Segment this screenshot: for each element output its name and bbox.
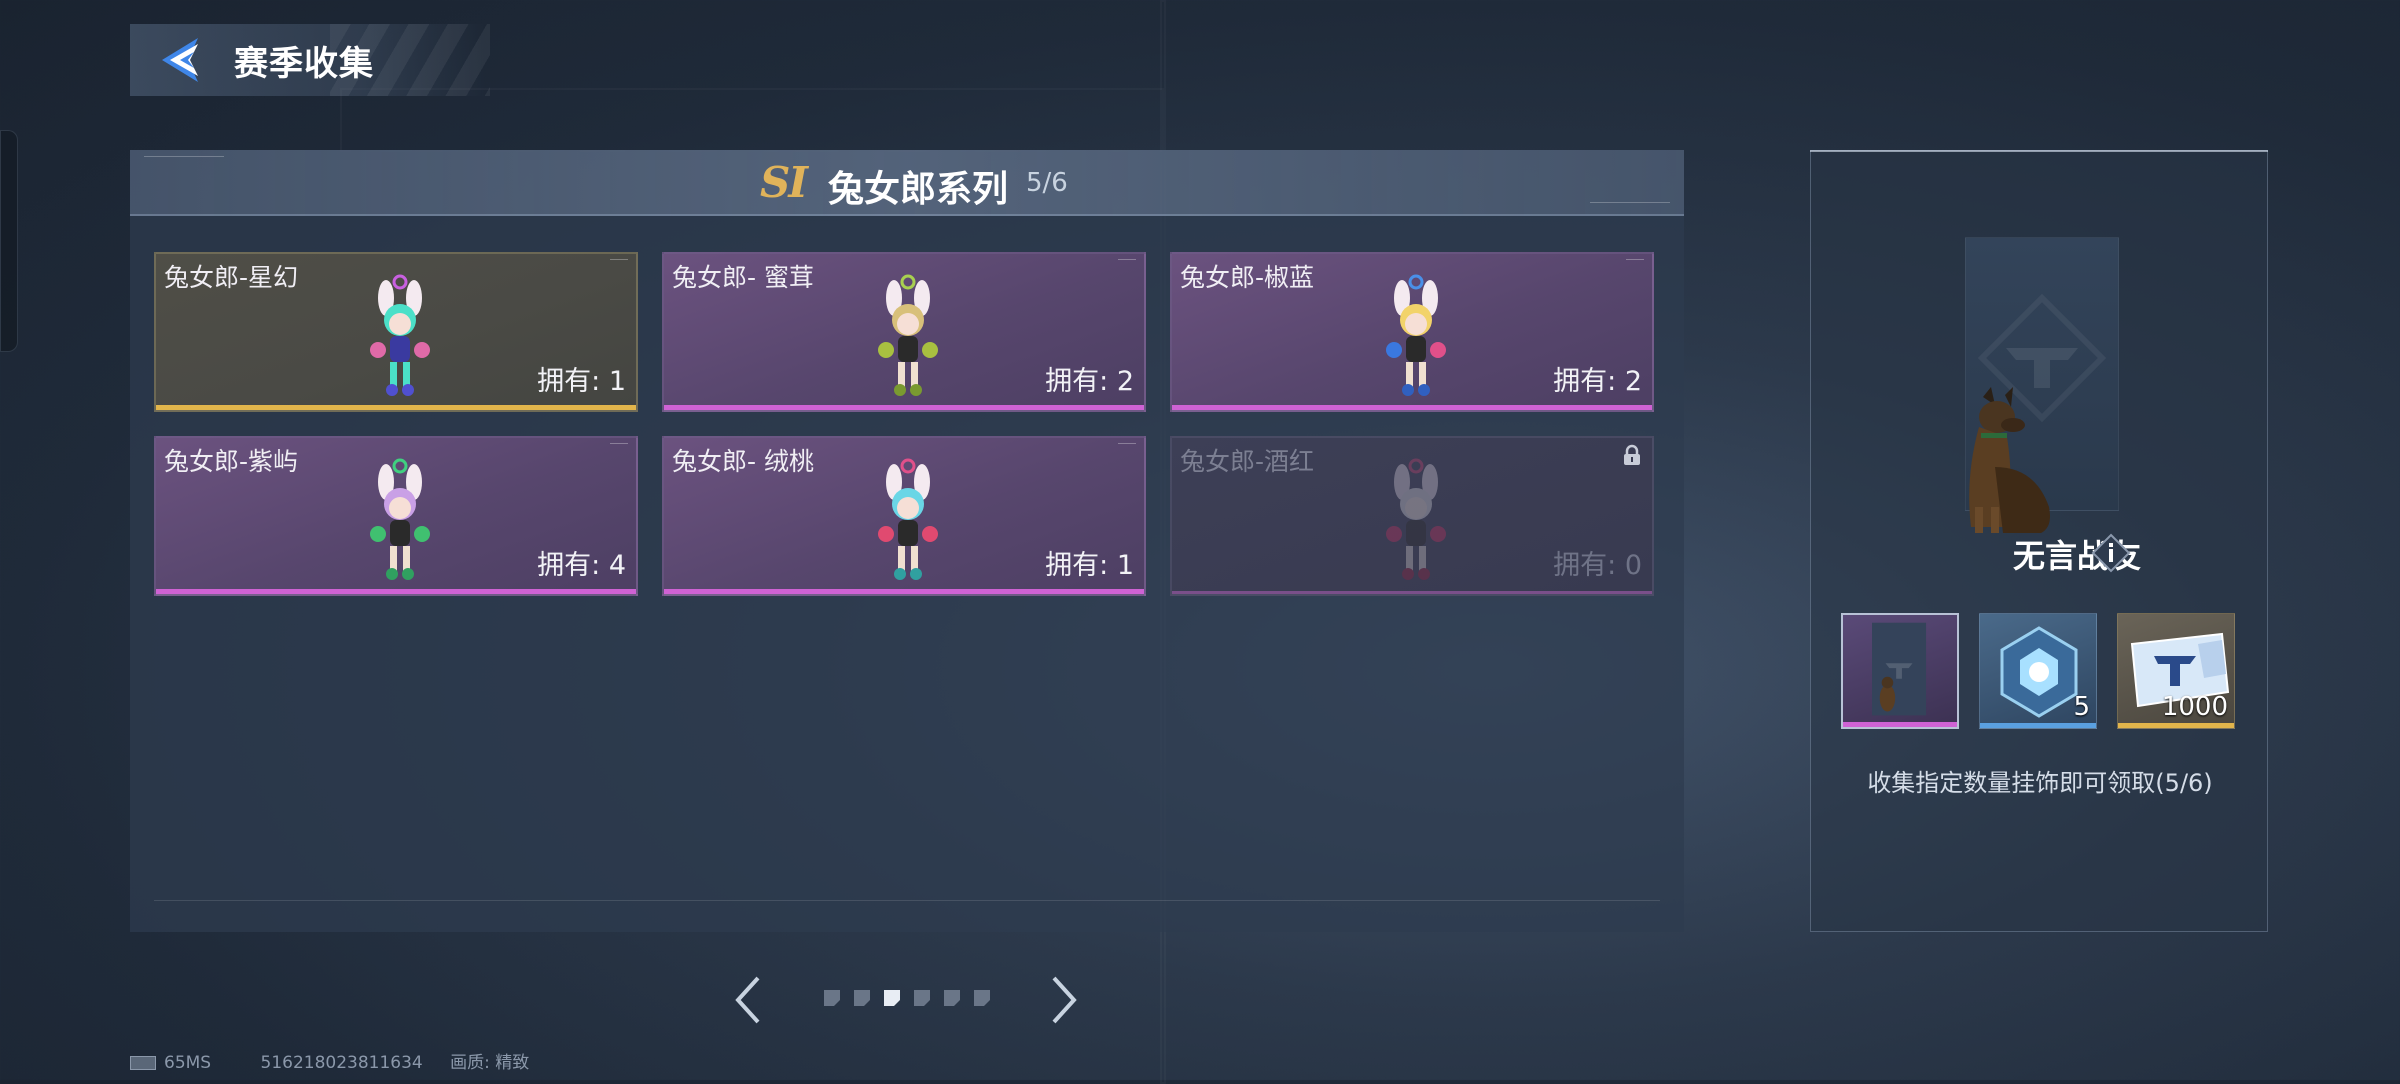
reward-item[interactable]: [1841, 613, 1959, 729]
rarity-bar: [1980, 723, 2096, 728]
owned-count: 拥有: 2: [1045, 366, 1134, 397]
charm-name: 兔女郎-星幻: [164, 263, 299, 292]
lock-icon: [1624, 444, 1640, 465]
charm-card[interactable]: 兔女郎- 蜜茸 拥有: 2: [662, 252, 1146, 412]
user-id: 516218023811634: [260, 1053, 423, 1073]
ping-value: 65MS: [164, 1053, 212, 1073]
charm-card[interactable]: 兔女郎-紫屿 拥有: 4: [154, 436, 638, 596]
page-dot[interactable]: [942, 988, 962, 1008]
card-corner-decoration: [610, 259, 628, 266]
header-corner-decoration: [1590, 196, 1670, 203]
charm-name: 兔女郎- 绒桃: [672, 447, 814, 476]
charm-card[interactable]: 兔女郎-椒蓝 拥有: 2: [1170, 252, 1654, 412]
info-icon[interactable]: [2091, 533, 2131, 573]
chevron-left-icon[interactable]: [730, 972, 766, 1028]
rarity-bar: [1172, 591, 1652, 594]
reward-panel: 无言战友 5 1000 收集指定数量挂饰即可领取(5/6): [1810, 150, 2268, 932]
panel-divider: [154, 900, 1660, 901]
item-quantity: 1000: [2161, 692, 2228, 722]
series-progress: 5/6: [1026, 168, 1068, 198]
back-arrow-icon[interactable]: [154, 34, 206, 86]
bunny-charm-icon: [370, 458, 430, 580]
rarity-bar: [2118, 723, 2234, 728]
bunny-charm-icon: [370, 274, 430, 396]
charm-name: 兔女郎-椒蓝: [1180, 263, 1315, 292]
header-corner-decoration: [144, 156, 224, 171]
status-bar: 65MS 516218023811634 画质: 精致: [130, 1048, 551, 1073]
reward-item[interactable]: 5: [1979, 613, 2097, 729]
page-dot[interactable]: [822, 988, 842, 1008]
collection-panel: SI 兔女郎系列 5/6 兔女郎-星幻 拥有: 1 兔女郎- 蜜茸 拥有: 2 …: [130, 150, 1684, 932]
side-tab-handle[interactable]: [0, 130, 18, 352]
charm-name: 兔女郎-酒红: [1180, 447, 1315, 476]
reward-condition: 收集指定数量挂饰即可领取(5/6): [1867, 769, 2213, 797]
bunny-charm-icon: [878, 274, 938, 396]
page-title: 赛季收集: [234, 44, 374, 84]
owned-count: 拥有: 0: [1553, 550, 1642, 581]
page-header: 赛季收集: [130, 24, 490, 96]
rarity-bar: [664, 589, 1144, 594]
owned-count: 拥有: 2: [1553, 366, 1642, 397]
series-title: 兔女郎系列: [828, 169, 1009, 210]
series-header: SI 兔女郎系列 5/6: [130, 150, 1684, 216]
rarity-bar: [1843, 722, 1957, 727]
reward-panel-topline: [1810, 150, 2268, 152]
reward-item[interactable]: 1000: [2117, 613, 2235, 729]
rarity-bar: [1172, 405, 1652, 410]
charm-card[interactable]: 兔女郎-星幻 拥有: 1: [154, 252, 638, 412]
card-corner-decoration: [1118, 259, 1136, 266]
owned-count: 拥有: 1: [1045, 550, 1134, 581]
card-corner-decoration: [1626, 259, 1644, 266]
bunny-charm-icon: [1386, 458, 1446, 580]
owned-count: 拥有: 4: [537, 550, 626, 581]
network-status: 65MS: [130, 1053, 233, 1073]
charm-name: 兔女郎- 蜜茸: [672, 263, 814, 292]
page-dot-active[interactable]: [882, 988, 902, 1008]
season-badge: SI: [760, 158, 808, 207]
item-quantity: 5: [2073, 692, 2090, 722]
card-corner-decoration: [1118, 443, 1136, 450]
rarity-bar: [156, 589, 636, 594]
page-dot[interactable]: [852, 988, 872, 1008]
card-corner-decoration: [610, 443, 628, 450]
owned-count: 拥有: 1: [537, 366, 626, 397]
rarity-bar: [664, 405, 1144, 410]
charm-card[interactable]: 兔女郎- 绒桃 拥有: 1: [662, 436, 1146, 596]
battery-icon: [130, 1056, 156, 1070]
dog-icon: [1969, 387, 2050, 533]
graphics-quality: 画质: 精致: [450, 1053, 530, 1073]
dog-emblem-icon: [1872, 622, 1927, 716]
page-dot[interactable]: [972, 988, 992, 1008]
chevron-right-icon[interactable]: [1046, 972, 1082, 1028]
charm-name: 兔女郎-紫屿: [164, 447, 299, 476]
bunny-charm-icon: [878, 458, 938, 580]
charm-card-locked[interactable]: 兔女郎-酒红 拥有: 0: [1170, 436, 1654, 596]
rarity-bar: [156, 405, 636, 410]
bunny-charm-icon: [1386, 274, 1446, 396]
page-dot[interactable]: [912, 988, 932, 1008]
background-frame: [340, 88, 1164, 152]
